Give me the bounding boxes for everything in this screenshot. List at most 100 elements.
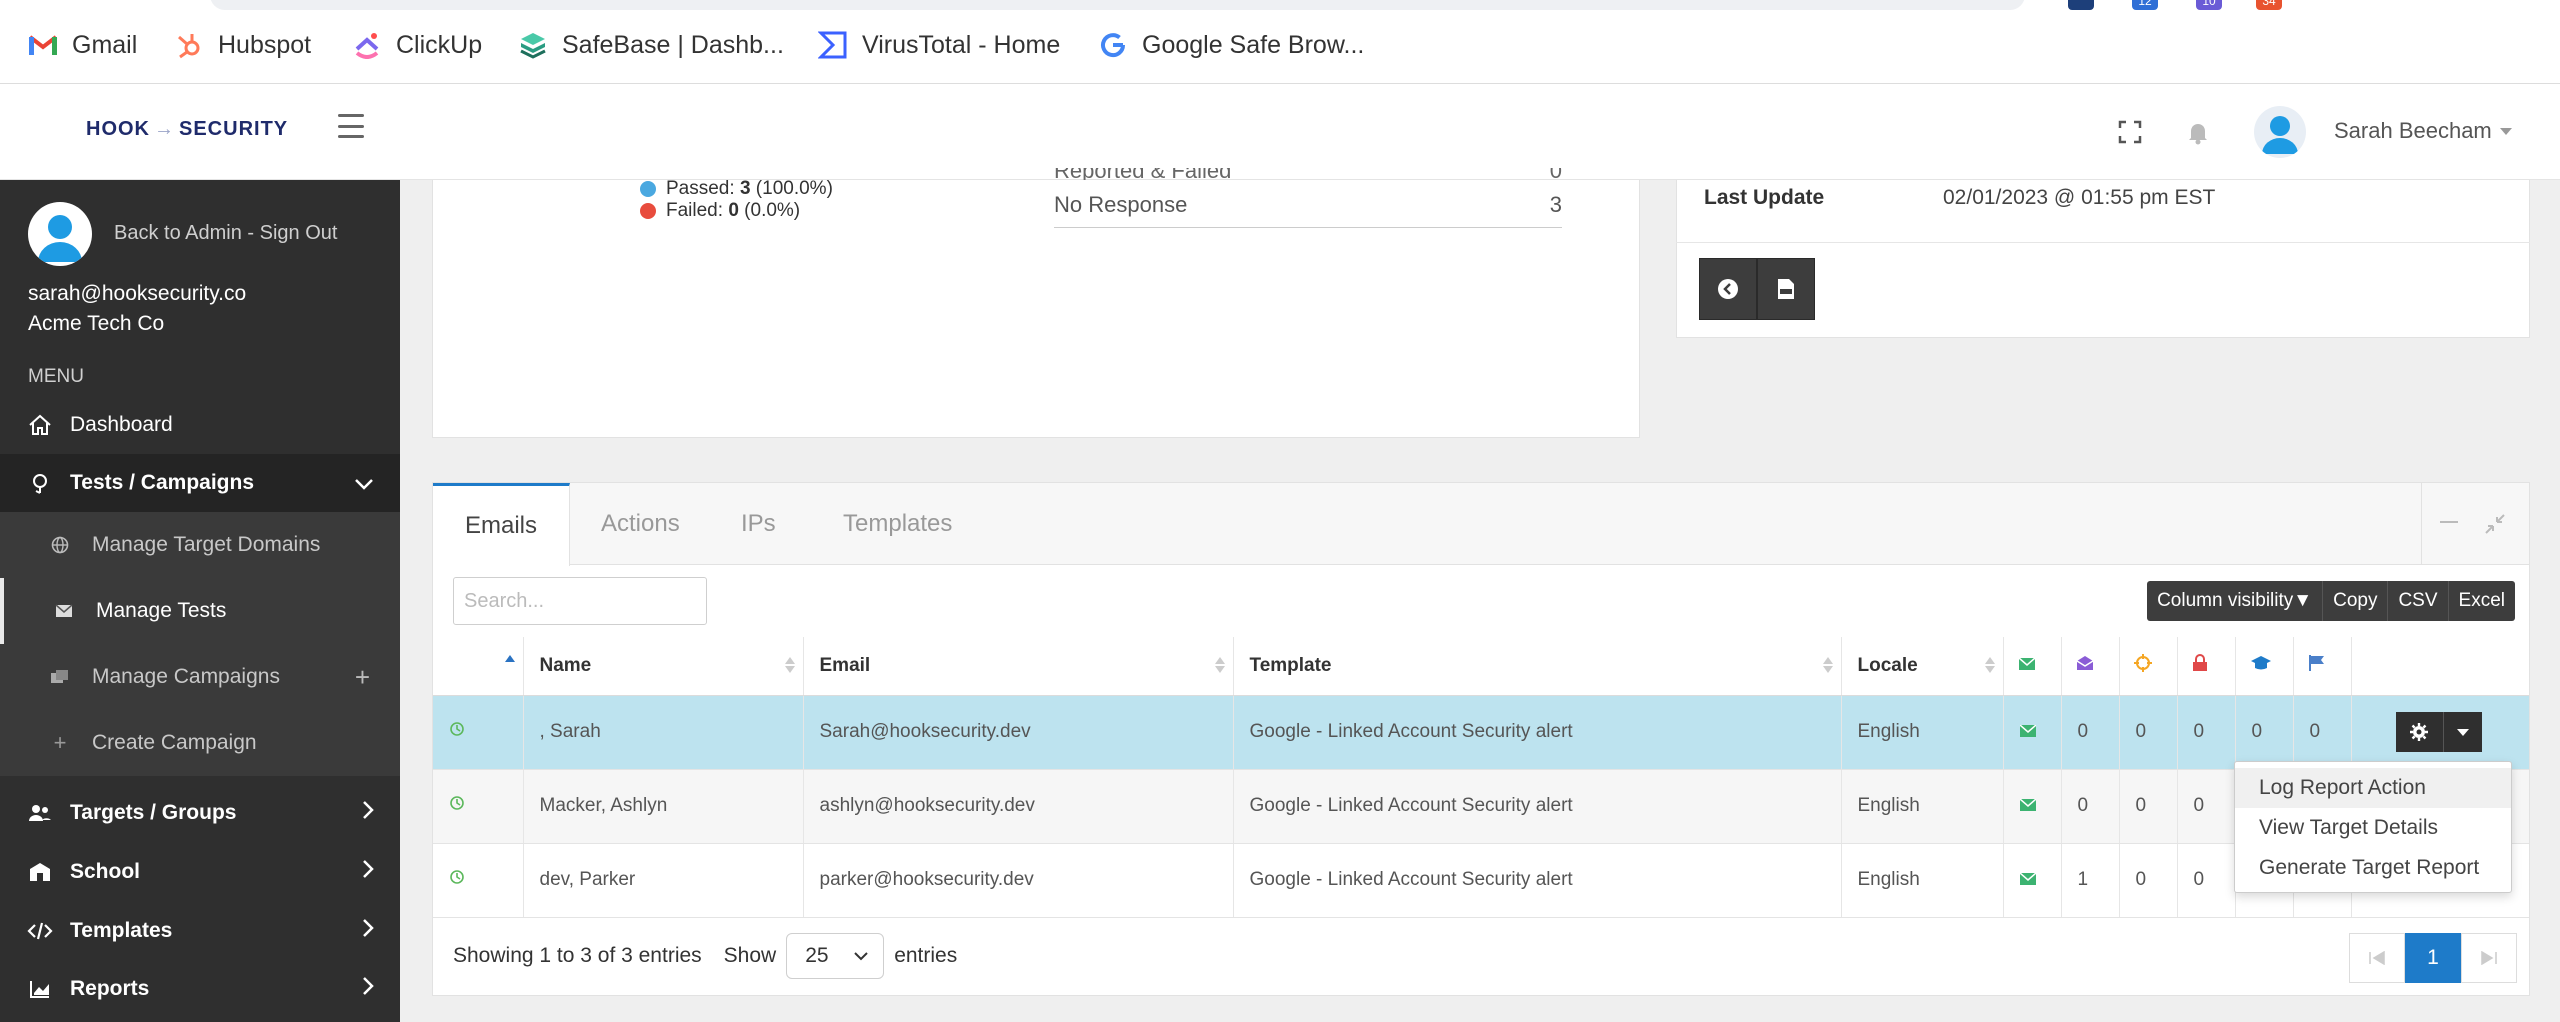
stat-label: No Response bbox=[1054, 192, 1188, 217]
user-name[interactable]: Sarah Beecham bbox=[2334, 118, 2492, 144]
gear-icon bbox=[2410, 723, 2428, 741]
cell-name: , Sarah bbox=[523, 695, 804, 770]
sidebar-item-reports[interactable]: Reports bbox=[0, 960, 400, 1018]
table-row[interactable]: dev, Parker parker@hooksecurity.dev Goog… bbox=[433, 843, 2529, 918]
header-label: Name bbox=[539, 654, 592, 676]
sidebar-item-manage-target-domains[interactable]: Manage Target Domains bbox=[0, 512, 400, 578]
history-cell[interactable] bbox=[433, 843, 524, 918]
cell-locale: English bbox=[1841, 769, 2004, 844]
menu-item-generate-target-report[interactable]: Generate Target Report bbox=[2235, 848, 2511, 888]
copy-button[interactable]: Copy bbox=[2323, 581, 2389, 621]
table-row[interactable]: Macker, Ashlyn ashlyn@hooksecurity.dev G… bbox=[433, 769, 2529, 844]
compress-icon[interactable] bbox=[2484, 513, 2506, 535]
bookmark-virustotal[interactable]: VirusTotal - Home bbox=[818, 26, 1060, 64]
address-bar[interactable] bbox=[210, 0, 2025, 10]
sidebar-item-manage-tests[interactable]: Manage Tests bbox=[0, 578, 400, 644]
back-button[interactable] bbox=[1699, 258, 1757, 320]
cell-actions bbox=[2351, 695, 2529, 770]
sidebar-item-dashboard[interactable]: Dashboard bbox=[0, 396, 400, 454]
add-campaign-icon[interactable]: + bbox=[355, 662, 370, 693]
menu-item-log-report-action[interactable]: Log Report Action bbox=[2235, 768, 2511, 808]
next-page-button[interactable] bbox=[2461, 933, 2517, 983]
extension-badge[interactable]: 12 bbox=[2132, 0, 2158, 10]
failed-count: 0 bbox=[728, 200, 739, 221]
page-button-current[interactable]: 1 bbox=[2405, 933, 2461, 983]
search-input[interactable] bbox=[453, 577, 707, 625]
column-header-name[interactable]: Name bbox=[523, 637, 804, 696]
tab-emails[interactable]: Emails bbox=[433, 483, 571, 566]
failed-label: Failed: bbox=[666, 200, 724, 221]
column-header-email[interactable]: Email bbox=[803, 637, 1234, 696]
bookmark-label: Gmail bbox=[72, 30, 138, 59]
sidebar-item-school[interactable]: School bbox=[0, 843, 400, 901]
bookmark-safebase[interactable]: SafeBase | Dashb... bbox=[518, 26, 784, 64]
menu-toggle-icon[interactable] bbox=[338, 114, 364, 138]
back-to-admin-link[interactable]: Back to Admin - Sign Out bbox=[114, 222, 337, 245]
hook-security-logo[interactable]: HOOK → SECURITY bbox=[86, 118, 288, 141]
column-header-sent[interactable] bbox=[2003, 637, 2062, 696]
lock-icon bbox=[2192, 653, 2207, 671]
extension-badge[interactable]: 34 bbox=[2256, 0, 2282, 10]
column-header-trained[interactable] bbox=[2235, 637, 2294, 696]
tab-templates[interactable]: Templates bbox=[811, 483, 984, 565]
entries-label: entries bbox=[894, 944, 958, 967]
column-header-template[interactable]: Template bbox=[1233, 637, 1842, 696]
column-header-clicked[interactable] bbox=[2119, 637, 2178, 696]
bookmark-gmail[interactable]: Gmail bbox=[28, 26, 137, 64]
history-cell[interactable] bbox=[433, 769, 524, 844]
cell-clicked: 0 bbox=[2119, 695, 2178, 770]
legend-passed: Passed: 3 (100.0%) bbox=[640, 178, 833, 200]
stat-value: 0 bbox=[1550, 168, 1562, 180]
sidebar-item-targets-groups[interactable]: Targets / Groups bbox=[0, 784, 400, 842]
fullscreen-icon[interactable] bbox=[2116, 118, 2144, 146]
history-cell[interactable] bbox=[433, 695, 524, 770]
row-settings-button[interactable] bbox=[2395, 712, 2444, 752]
user-avatar[interactable] bbox=[2254, 106, 2306, 158]
column-visibility-button[interactable]: Column visibility▼ bbox=[2147, 581, 2324, 621]
excel-button[interactable]: Excel bbox=[2448, 581, 2515, 621]
stat-row-no-response: No Response 3 bbox=[1054, 192, 1562, 228]
sent-envelope-icon bbox=[2019, 724, 2036, 737]
emails-table: Name Email Template Locale , Sarah Sarah… bbox=[433, 637, 2529, 918]
previous-page-button[interactable] bbox=[2349, 933, 2405, 983]
previous-icon bbox=[2369, 951, 2385, 965]
sidebar-item-manage-campaigns[interactable]: Manage Campaigns + bbox=[0, 644, 400, 710]
column-header-reported[interactable] bbox=[2293, 637, 2352, 696]
minimize-icon[interactable] bbox=[2440, 521, 2458, 523]
menu-item-view-target-details[interactable]: View Target Details bbox=[2235, 808, 2511, 848]
csv-button[interactable]: CSV bbox=[2388, 581, 2449, 621]
back-arrow-icon bbox=[1718, 279, 1738, 299]
extension-badge[interactable]: 10 bbox=[2196, 0, 2222, 10]
chevron-right-icon bbox=[362, 859, 374, 885]
column-header-submitted[interactable] bbox=[2177, 637, 2236, 696]
bookmark-google-safe-browsing[interactable]: Google Safe Brow... bbox=[1098, 26, 1364, 64]
table-row[interactable]: , Sarah Sarah@hooksecurity.dev Google - … bbox=[433, 695, 2529, 770]
bookmark-label: Hubspot bbox=[218, 30, 312, 59]
extension-badge[interactable] bbox=[2068, 0, 2094, 10]
sidebar-item-label: Manage Tests bbox=[96, 599, 227, 622]
column-header-locale[interactable]: Locale bbox=[1841, 637, 2004, 696]
bookmark-hubspot[interactable]: Hubspot bbox=[174, 26, 311, 64]
cell-submitted: 0 bbox=[2177, 843, 2236, 918]
column-header-opened[interactable] bbox=[2061, 637, 2120, 696]
tab-ips[interactable]: IPs bbox=[709, 483, 808, 565]
chevron-right-icon bbox=[362, 800, 374, 826]
sidebar-item-templates[interactable]: Templates bbox=[0, 902, 400, 960]
bookmark-clickup[interactable]: ClickUp bbox=[352, 26, 482, 64]
header-label: Locale bbox=[1857, 654, 1918, 676]
sidebar-item-create-campaign[interactable]: + Create Campaign bbox=[0, 710, 400, 776]
top-header: HOOK → SECURITY Sarah Beecham bbox=[0, 84, 2560, 180]
sort-column-header[interactable] bbox=[433, 637, 524, 696]
cell-opened: 0 bbox=[2061, 695, 2120, 770]
sidebar-item-tests-campaigns[interactable]: Tests / Campaigns bbox=[0, 454, 400, 512]
legend-failed: Failed: 0 (0.0%) bbox=[640, 200, 833, 222]
crosshair-icon bbox=[2133, 653, 2152, 672]
cell-email: ashlyn@hooksecurity.dev bbox=[803, 769, 1234, 844]
page-size-select[interactable]: 25 bbox=[786, 933, 885, 979]
row-actions-dropdown-toggle[interactable] bbox=[2443, 712, 2482, 752]
notification-bell-icon[interactable] bbox=[2184, 118, 2212, 146]
user-menu-caret-icon[interactable] bbox=[2500, 128, 2512, 135]
tab-actions[interactable]: Actions bbox=[569, 483, 712, 565]
chevron-down-icon bbox=[354, 470, 374, 496]
pdf-export-button[interactable] bbox=[1757, 258, 1815, 320]
